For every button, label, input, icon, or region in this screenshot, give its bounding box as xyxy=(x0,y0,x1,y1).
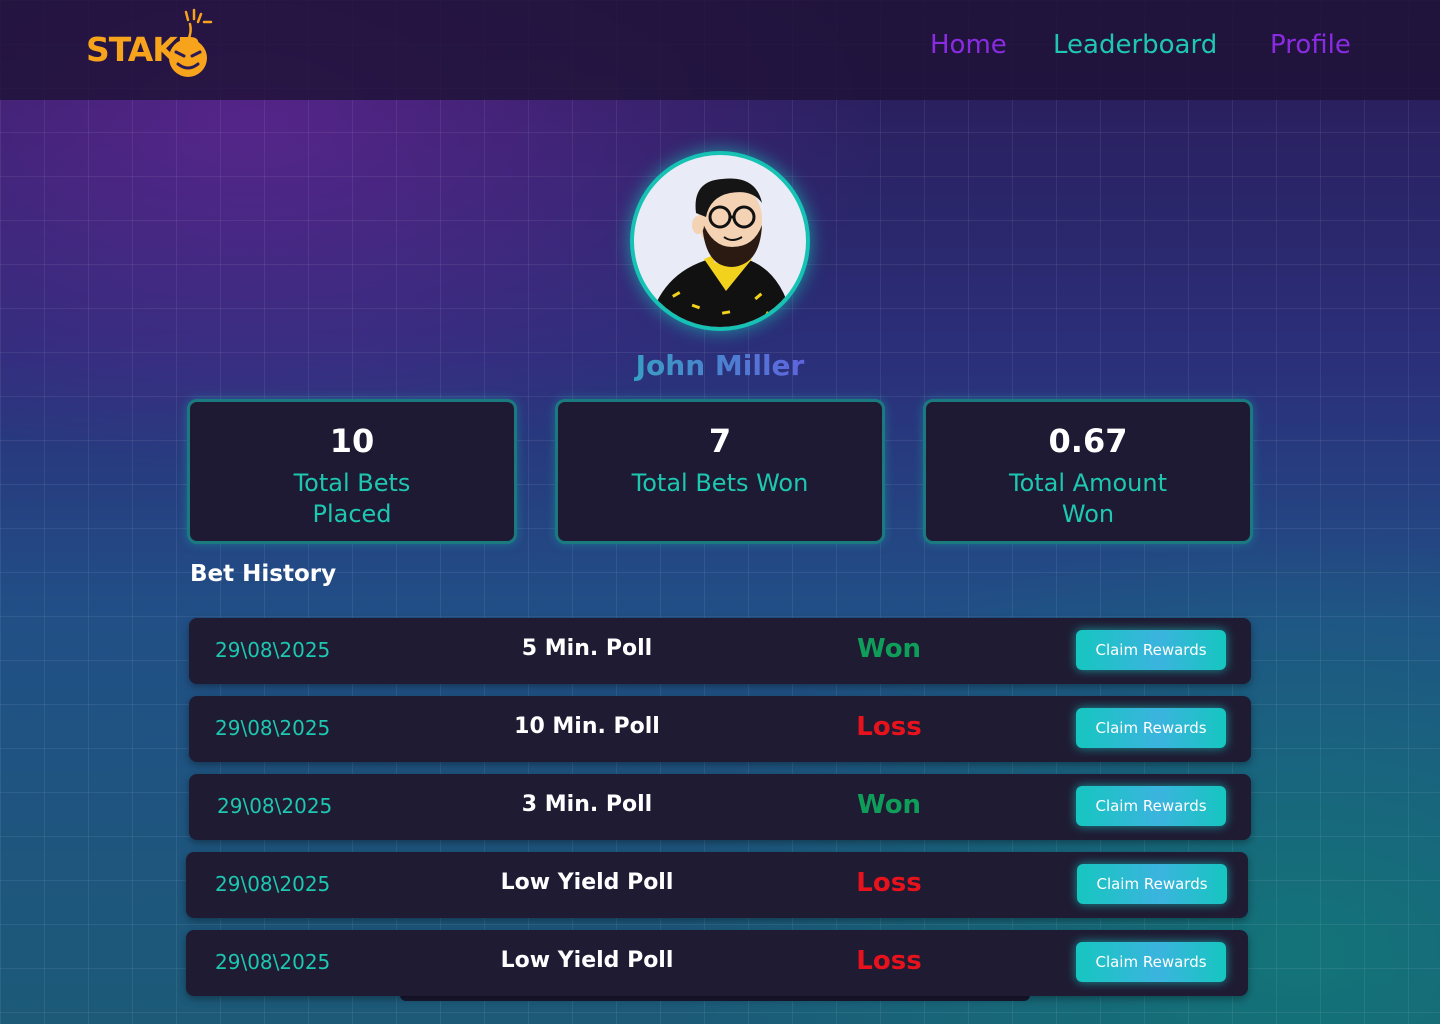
stat-card-total-amount-won: 0.67 Total Amount Won xyxy=(923,399,1253,544)
stat-value: 7 xyxy=(708,422,732,460)
bet-history-row: 29\08\2025 10 Min. Poll Loss Claim Rewar… xyxy=(189,696,1251,762)
stat-card-total-bets-placed: 10 Total Bets Placed xyxy=(187,399,517,544)
bet-history-row: 29\08\2025 5 Min. Poll Won Claim Rewards xyxy=(189,618,1251,684)
bet-date: 29\08\2025 xyxy=(215,950,331,974)
bet-date: 29\08\2025 xyxy=(217,794,333,818)
top-navigation-bar: STAKR Home Leaderboard Profile xyxy=(0,0,1440,100)
claim-rewards-button[interactable]: Claim Rewards xyxy=(1076,786,1226,826)
bet-history-row: 29\08\2025 3 Min. Poll Won Claim Rewards xyxy=(189,774,1251,840)
bet-poll-name: 3 Min. Poll xyxy=(521,792,653,817)
bet-date: 29\08\2025 xyxy=(215,638,331,662)
bet-history-title: Bet History xyxy=(190,561,337,587)
bet-date: 29\08\2025 xyxy=(215,872,331,896)
stat-label: Total Bets Placed xyxy=(293,469,411,528)
claim-rewards-button[interactable]: Claim Rewards xyxy=(1077,864,1227,904)
stat-card-total-bets-won: 7 Total Bets Won xyxy=(555,399,885,544)
bet-poll-name: 5 Min. Poll xyxy=(521,636,653,661)
avatar xyxy=(630,151,810,331)
bet-date: 29\08\2025 xyxy=(215,716,331,740)
bet-status: Won xyxy=(856,790,922,820)
logo[interactable]: STAKR xyxy=(86,8,216,80)
bet-history-row: 29\08\2025 Low Yield Poll Loss Claim Rew… xyxy=(186,930,1248,996)
bet-status: Loss xyxy=(856,712,922,742)
nav-home-link[interactable]: Home xyxy=(930,30,1007,60)
bet-status: Loss xyxy=(856,946,922,976)
stat-label: Total Amount Won xyxy=(1009,469,1167,528)
user-avatar-illustration xyxy=(648,178,794,327)
bet-poll-name: 10 Min. Poll xyxy=(514,714,660,739)
bet-status: Loss xyxy=(856,868,922,898)
bet-history-row: 29\08\2025 Low Yield Poll Loss Claim Rew… xyxy=(186,852,1248,918)
bet-poll-name: Low Yield Poll xyxy=(500,948,674,973)
stat-value: 0.67 xyxy=(1048,422,1128,460)
claim-rewards-button[interactable]: Claim Rewards xyxy=(1076,942,1226,982)
nav-leaderboard-link[interactable]: Leaderboard xyxy=(1053,30,1217,60)
profile-name: John Miller xyxy=(520,349,920,382)
claim-rewards-button[interactable]: Claim Rewards xyxy=(1076,708,1226,748)
stat-label: Total Bets Won xyxy=(631,469,809,497)
nav-profile-link[interactable]: Profile xyxy=(1270,30,1351,60)
claim-rewards-button[interactable]: Claim Rewards xyxy=(1076,630,1226,670)
bomb-icon xyxy=(169,8,213,77)
bet-status: Won xyxy=(856,634,922,664)
stat-value: 10 xyxy=(329,422,375,460)
bet-poll-name: Low Yield Poll xyxy=(500,870,674,895)
